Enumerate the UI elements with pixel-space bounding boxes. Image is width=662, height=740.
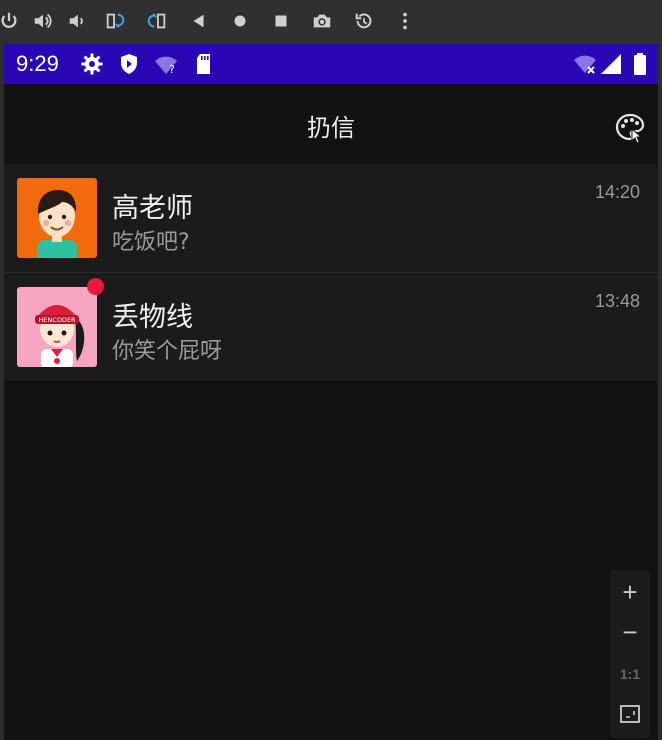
status-time: 9:29 bbox=[16, 51, 59, 76]
volume-up-icon[interactable] bbox=[30, 8, 56, 34]
emulator-toolbar bbox=[0, 0, 662, 44]
actual-size-label: 1:1 bbox=[619, 666, 641, 682]
svg-text:HENCODER: HENCODER bbox=[38, 316, 76, 324]
wifi-question-icon: ? bbox=[155, 56, 177, 76]
settings-icon bbox=[81, 53, 103, 75]
zoom-in-button[interactable]: + bbox=[610, 572, 650, 612]
app-bar: 扔信 bbox=[4, 84, 658, 164]
unread-badge bbox=[87, 278, 104, 295]
palette-icon[interactable] bbox=[614, 112, 646, 144]
camera-icon[interactable] bbox=[309, 8, 335, 34]
more-icon[interactable] bbox=[392, 8, 418, 34]
chat-list: 高老师 吃饭吧? 14:20 HENCODER 丢物线 你笑个屁呀 13:48 bbox=[4, 164, 658, 381]
rotate-right-icon[interactable] bbox=[144, 8, 170, 34]
replay-icon[interactable] bbox=[351, 8, 377, 34]
chat-name: 丢物线 bbox=[112, 302, 193, 333]
actual-size-button[interactable]: 1:1 bbox=[610, 654, 650, 694]
fit-screen-icon bbox=[620, 705, 640, 723]
zoom-in-label: + bbox=[622, 576, 638, 607]
app-title: 扔信 bbox=[307, 114, 355, 142]
zoom-controls: + − 1:1 bbox=[610, 570, 650, 738]
back-icon[interactable] bbox=[186, 8, 212, 34]
chat-item[interactable]: 高老师 吃饭吧? 14:20 bbox=[4, 164, 658, 272]
avatar bbox=[17, 178, 97, 258]
status-bar: 9:29 ? bbox=[4, 44, 658, 84]
home-icon[interactable] bbox=[227, 8, 253, 34]
chat-last-message: 吃饭吧? bbox=[112, 230, 190, 255]
chat-item[interactable]: HENCODER 丢物线 你笑个屁呀 13:48 bbox=[4, 272, 658, 381]
shield-icon bbox=[121, 54, 137, 74]
battery-icon bbox=[634, 53, 646, 75]
volume-down-icon[interactable] bbox=[64, 8, 90, 34]
svg-text:?: ? bbox=[169, 63, 175, 76]
avatar: HENCODER bbox=[17, 287, 97, 367]
chat-name: 高老师 bbox=[112, 193, 193, 224]
chat-last-message: 你笑个屁呀 bbox=[112, 339, 223, 364]
rotate-left-icon[interactable] bbox=[102, 8, 128, 34]
wifi-off-icon bbox=[574, 55, 596, 74]
phone-screen: 9:29 ? 扔信 高老师 吃饭吧? 14:20 HENCODER 丢物线 你笑… bbox=[4, 44, 658, 740]
overview-icon[interactable] bbox=[268, 8, 294, 34]
hencoder-avatar-icon: HENCODER bbox=[17, 287, 97, 367]
zoom-out-button[interactable]: − bbox=[610, 612, 650, 652]
power-icon[interactable] bbox=[0, 8, 22, 34]
signal-icon bbox=[601, 54, 621, 74]
chat-time: 13:48 bbox=[594, 291, 640, 311]
teacher-avatar-icon bbox=[17, 178, 97, 258]
fit-screen-button[interactable] bbox=[610, 694, 650, 734]
sd-card-icon bbox=[197, 54, 210, 74]
chat-time: 14:20 bbox=[594, 182, 640, 202]
zoom-out-label: − bbox=[622, 616, 638, 647]
